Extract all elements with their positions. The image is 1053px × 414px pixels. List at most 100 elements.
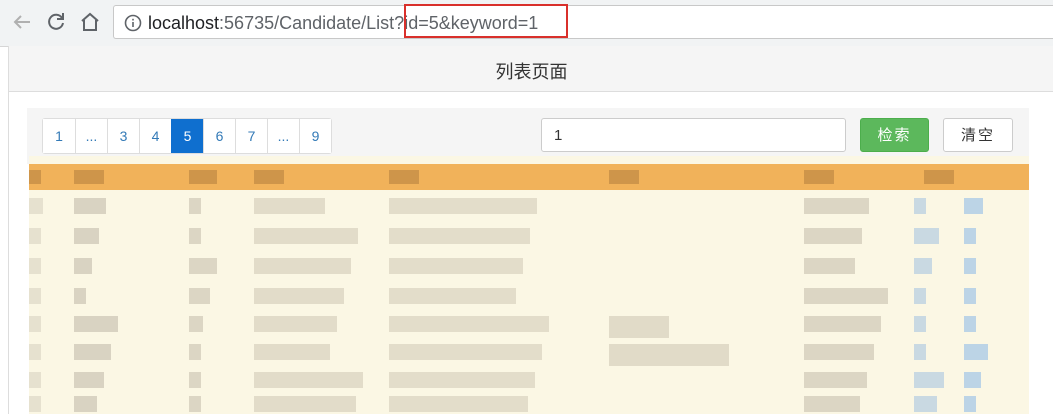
table-cell [609, 344, 729, 366]
table-cell [254, 372, 363, 388]
table-cell [964, 316, 976, 332]
pagination-page-5[interactable]: 5 [171, 119, 203, 153]
table-cell [254, 344, 330, 360]
pagination-ellipsis[interactable]: ... [75, 119, 107, 153]
table-cell [804, 316, 881, 332]
table-header-cell [189, 170, 217, 184]
table-cell [29, 288, 41, 304]
pagination-ellipsis[interactable]: ... [267, 119, 299, 153]
clear-button[interactable]: 清空 [943, 118, 1013, 152]
table-cell [189, 228, 201, 244]
table-header-cell [609, 170, 639, 184]
table-cell [804, 198, 869, 214]
table-cell [964, 344, 988, 360]
pagination-page-1[interactable]: 1 [43, 119, 75, 153]
url-host: localhost [148, 13, 220, 33]
table-cell [389, 372, 535, 388]
table-header-cell [924, 170, 954, 184]
table-cell [254, 316, 337, 332]
table-cell [29, 344, 41, 360]
table-cell [189, 344, 201, 360]
table-cell [389, 228, 530, 244]
page-title: 列表页面 [495, 62, 568, 83]
pagination-page-4[interactable]: 4 [139, 119, 171, 153]
table-cell [74, 344, 111, 360]
arrow-left-icon [13, 15, 30, 29]
table-cell [914, 258, 932, 274]
table-header-cell [804, 170, 834, 184]
pagination-page-6[interactable]: 6 [203, 119, 235, 153]
search-input[interactable] [541, 118, 846, 152]
table-cell [74, 396, 97, 412]
page-content: 列表页面 1...34567...9 检索 清空 [8, 46, 1053, 414]
table-cell [804, 396, 860, 412]
table-cell [189, 258, 217, 274]
table-cell [254, 198, 325, 214]
table-cell [914, 288, 926, 304]
table-cell [964, 288, 976, 304]
table-cell [254, 288, 344, 304]
table-cell [914, 228, 939, 244]
table-cell [389, 316, 549, 332]
table-cell [609, 316, 669, 338]
table-cell [964, 372, 981, 388]
table-cell [254, 258, 351, 274]
table-cell [254, 228, 358, 244]
pagination-page-9[interactable]: 9 [299, 119, 331, 153]
table-header [29, 164, 1029, 190]
table-cell [804, 228, 862, 244]
table-cell [29, 228, 41, 244]
table-cell [389, 258, 523, 274]
table-cell [389, 198, 537, 214]
url-query-highlight-box [404, 4, 568, 38]
table-cell [804, 372, 867, 388]
table-cell [804, 288, 888, 304]
table-header-cell [74, 170, 104, 184]
table-cell [914, 344, 926, 360]
table-cell [914, 198, 926, 214]
table-cell [914, 372, 944, 388]
table-cell [29, 396, 41, 412]
table-cell [964, 198, 983, 214]
search-button[interactable]: 检索 [860, 118, 929, 152]
table-cell [964, 228, 976, 244]
table-header-cell [254, 170, 284, 184]
table-cell [74, 258, 92, 274]
table-cell [74, 228, 99, 244]
table-cell [189, 396, 201, 412]
table-cell [74, 198, 106, 214]
table-cell [254, 396, 356, 412]
back-button[interactable] [10, 10, 34, 34]
reload-button[interactable] [44, 10, 68, 34]
table-cell [29, 258, 41, 274]
table-cell [914, 316, 926, 332]
table-cell [804, 344, 874, 360]
table-cell [189, 316, 203, 332]
table-cell [389, 344, 542, 360]
pagination: 1... 3 4 5 6 7... 9 [42, 118, 332, 154]
panel-heading: 列表页面 [9, 46, 1053, 92]
table-cell [74, 316, 118, 332]
table-header-cell [29, 170, 41, 184]
browser-toolbar: localhost:56735/Candidate/List?id=5&keyw… [0, 0, 1053, 47]
info-icon [124, 14, 142, 32]
table-cell [804, 258, 855, 274]
pagination-page-3[interactable]: 3 [107, 119, 139, 153]
table-cell [964, 258, 976, 274]
table-cell [964, 396, 976, 412]
table-cell [914, 396, 937, 412]
table-cell [29, 372, 41, 388]
table-cell [189, 198, 201, 214]
table-cell [29, 316, 41, 332]
table-cell [74, 288, 86, 304]
pagination-page-7[interactable]: 7 [235, 119, 267, 153]
table-header-cell [389, 170, 419, 184]
table-cell [189, 288, 210, 304]
table-cell [189, 372, 201, 388]
blurred-data-table [29, 156, 1029, 414]
table-cell [389, 396, 528, 412]
address-bar[interactable]: localhost:56735/Candidate/List?id=5&keyw… [113, 4, 1053, 39]
reload-icon [48, 13, 64, 30]
home-button[interactable] [78, 10, 102, 34]
table-cell [74, 372, 104, 388]
